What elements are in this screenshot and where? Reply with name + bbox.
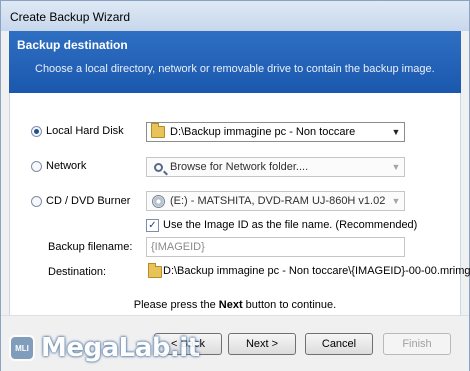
image-id-checkbox[interactable]: ✓ xyxy=(146,219,159,232)
cd-drive-icon xyxy=(150,193,166,209)
destination-label: Destination: xyxy=(48,266,107,278)
network-radio[interactable] xyxy=(31,160,42,172)
cd-dvd-label: CD / DVD Burner xyxy=(46,195,131,207)
cd-drive-value: (E:) - MATSHITA, DVD-RAM UJ-860H v1.02 (… xyxy=(170,195,388,207)
local-path-value: D:\Backup immagine pc - Non toccare xyxy=(170,126,356,138)
destination-value: D:\Backup immagine pc - Non toccare\{IMA… xyxy=(163,265,470,277)
title-bar: Create Backup Wizard xyxy=(1,1,469,31)
search-icon xyxy=(150,159,166,175)
cd-dvd-option[interactable]: CD / DVD Burner xyxy=(31,195,130,207)
cd-drive-combo[interactable]: (E:) - MATSHITA, DVD-RAM UJ-860H v1.02 (… xyxy=(146,191,405,211)
network-path-value: Browse for Network folder.... xyxy=(170,161,309,173)
next-button[interactable]: Next > xyxy=(228,333,296,355)
folder-drive-icon xyxy=(150,123,166,140)
backup-filename-input[interactable]: {IMAGEID} xyxy=(146,237,405,257)
local-hard-disk-label: Local Hard Disk xyxy=(46,125,124,137)
continue-hint: Please press the Next button to continue… xyxy=(1,299,469,311)
header-subtitle: Choose a local directory, network or rem… xyxy=(35,63,435,75)
chevron-down-icon[interactable]: ▼ xyxy=(388,123,404,141)
local-hard-disk-radio[interactable] xyxy=(31,125,42,137)
network-path-combo[interactable]: Browse for Network folder.... ▼ xyxy=(146,157,405,177)
image-id-checkbox-label: Use the Image ID as the file name. (Reco… xyxy=(163,219,418,231)
folder-icon xyxy=(148,263,162,281)
local-path-combo[interactable]: D:\Backup immagine pc - Non toccare ▼ xyxy=(146,122,405,142)
hint-next-word: Next xyxy=(218,299,243,311)
back-button[interactable]: < Back xyxy=(154,333,222,355)
window-title: Create Backup Wizard xyxy=(10,10,131,24)
cd-dvd-radio[interactable] xyxy=(31,195,42,207)
network-label: Network xyxy=(46,160,87,172)
wizard-window: Create Backup Wizard Backup destination … xyxy=(0,0,470,371)
header-title: Backup destination xyxy=(17,38,128,52)
chevron-down-icon[interactable]: ▼ xyxy=(388,158,404,176)
backup-filename-label: Backup filename: xyxy=(48,241,133,253)
finish-button[interactable]: Finish xyxy=(383,333,451,355)
wizard-header: Backup destination Choose a local direct… xyxy=(9,31,461,93)
cancel-button[interactable]: Cancel xyxy=(305,333,373,355)
local-hard-disk-option[interactable]: Local Hard Disk xyxy=(31,125,124,137)
hint-prefix: Please press the xyxy=(133,299,219,311)
hint-suffix: button to continue. xyxy=(242,299,337,311)
chevron-down-icon[interactable]: ▼ xyxy=(388,192,404,210)
network-option[interactable]: Network xyxy=(31,160,86,172)
